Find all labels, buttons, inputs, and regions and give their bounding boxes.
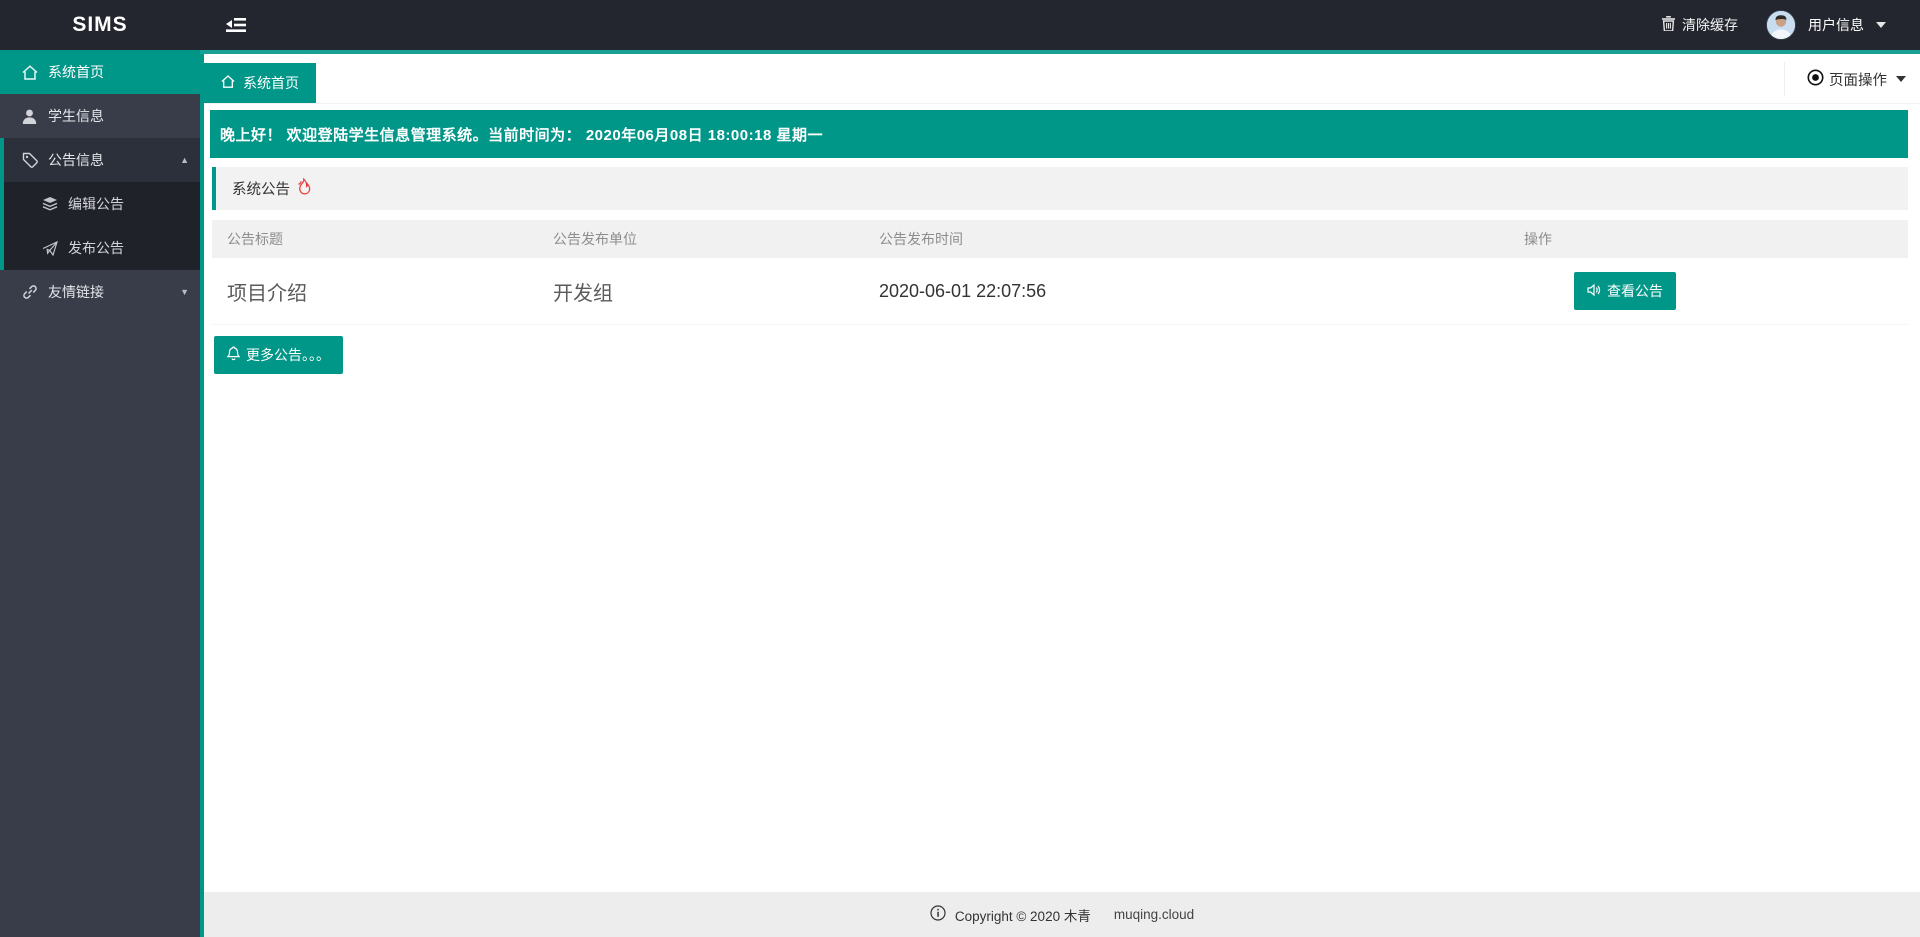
home-icon	[221, 75, 235, 91]
caret-up-icon: ▲	[180, 155, 189, 165]
main-content: 系统首页 页面操作 晚上好！ 欢迎登陆学生信息管理系统。当前时间为： 2020年…	[204, 54, 1920, 937]
sidebar-item-label: 发布公告	[68, 240, 124, 256]
tab-home[interactable]: 系统首页	[204, 63, 316, 103]
speaker-icon	[1587, 283, 1601, 300]
info-icon	[930, 905, 946, 924]
more-announcements-label: 更多公告。。。	[246, 347, 330, 363]
col-header-action: 操作	[1509, 220, 1908, 258]
more-announcements-button[interactable]: 更多公告。。。	[214, 336, 343, 374]
sidebar-item-edit-announcement[interactable]: 编辑公告	[4, 182, 200, 226]
sidebar-item-label: 系统首页	[48, 64, 104, 80]
sidebar-group-announcements: 公告信息 ▲ 编辑公告 发布公告	[0, 138, 200, 270]
topbar-right: 清除缓存 用户信息	[1662, 10, 1920, 40]
sidebar-item-label: 公告信息	[48, 152, 104, 168]
avatar	[1766, 10, 1796, 40]
app-window: SIMS 清除缓存 用户信息 系统首页 学生信息 公告信息 ▲ 编辑公告 发布公…	[0, 0, 1920, 937]
footer-domain-link[interactable]: muqing.cloud	[1114, 907, 1194, 922]
tag-icon	[21, 152, 38, 169]
user-info-label: 用户信息	[1808, 17, 1864, 33]
table-row: 项目介绍 开发组 2020-06-01 22:07:56 查看公告	[212, 258, 1908, 325]
welcome-text: 晚上好！ 欢迎登陆学生信息管理系统。当前时间为： 2020年06月08日 18:…	[220, 126, 823, 144]
sidebar-nav: 系统首页 学生信息 公告信息 ▲ 编辑公告 发布公告 友情链接 ▼	[0, 50, 200, 937]
user-icon	[21, 108, 38, 125]
trash-icon	[1662, 16, 1675, 34]
welcome-banner: 晚上好！ 欢迎登陆学生信息管理系统。当前时间为： 2020年06月08日 18:…	[210, 110, 1908, 158]
sidebar-item-publish-announcement[interactable]: 发布公告	[4, 226, 200, 270]
clear-cache-label: 清除缓存	[1682, 17, 1738, 33]
app-logo[interactable]: SIMS	[0, 13, 200, 37]
col-header-time: 公告发布时间	[864, 220, 1509, 258]
announcement-title: 项目介绍	[212, 258, 538, 325]
announcement-table: 公告标题 公告发布单位 公告发布时间 操作 项目介绍 开发组 2020-06-0…	[212, 220, 1908, 325]
sidebar-item-home[interactable]: 系统首页	[0, 50, 200, 94]
view-announcement-button[interactable]: 查看公告	[1574, 272, 1676, 310]
panel-header-system-announcements: 系统公告	[212, 167, 1908, 210]
col-header-title: 公告标题	[212, 220, 538, 258]
announcement-time: 2020-06-01 22:07:56	[864, 258, 1509, 325]
table-header-row: 公告标题 公告发布单位 公告发布时间 操作	[212, 220, 1908, 258]
topbar-accent-strip	[200, 50, 1920, 54]
col-header-unit: 公告发布单位	[538, 220, 864, 258]
bell-icon	[226, 346, 241, 364]
user-menu[interactable]: 用户信息	[1766, 10, 1886, 40]
clear-cache-button[interactable]: 清除缓存	[1662, 15, 1738, 35]
dot-circle-icon	[1807, 69, 1824, 90]
chevron-down-icon	[1896, 76, 1906, 82]
page-actions-label: 页面操作	[1829, 72, 1887, 89]
chevron-down-icon	[1876, 22, 1886, 28]
announcement-unit: 开发组	[538, 258, 864, 325]
sidebar-item-label: 编辑公告	[68, 196, 124, 212]
tab-bar: 系统首页 页面操作	[204, 54, 1920, 104]
panel-title: 系统公告	[232, 182, 290, 198]
page-actions-dropdown[interactable]: 页面操作	[1784, 62, 1906, 96]
sidebar-collapse-icon[interactable]	[226, 17, 246, 33]
layers-icon	[41, 196, 58, 213]
link-icon	[21, 284, 38, 301]
flame-icon	[296, 177, 311, 199]
sidebar-item-links[interactable]: 友情链接 ▼	[0, 270, 200, 314]
page-body: 晚上好！ 欢迎登陆学生信息管理系统。当前时间为： 2020年06月08日 18:…	[204, 104, 1920, 374]
caret-down-icon: ▼	[180, 287, 189, 297]
sidebar-right-border	[200, 54, 204, 937]
send-icon	[41, 240, 58, 257]
tab-label: 系统首页	[243, 75, 299, 91]
topbar: SIMS 清除缓存 用户信息	[0, 0, 1920, 50]
home-icon	[21, 64, 38, 81]
view-announcement-label: 查看公告	[1607, 283, 1663, 299]
sidebar-item-label: 友情链接	[48, 284, 104, 300]
sidebar-item-students[interactable]: 学生信息	[0, 94, 200, 138]
sidebar-item-announcements[interactable]: 公告信息 ▲	[4, 138, 200, 182]
footer: Copyright © 2020 木青 muqing.cloud	[204, 892, 1920, 937]
sidebar-item-label: 学生信息	[48, 108, 104, 124]
copyright-text: Copyright © 2020 木青	[954, 908, 1091, 924]
